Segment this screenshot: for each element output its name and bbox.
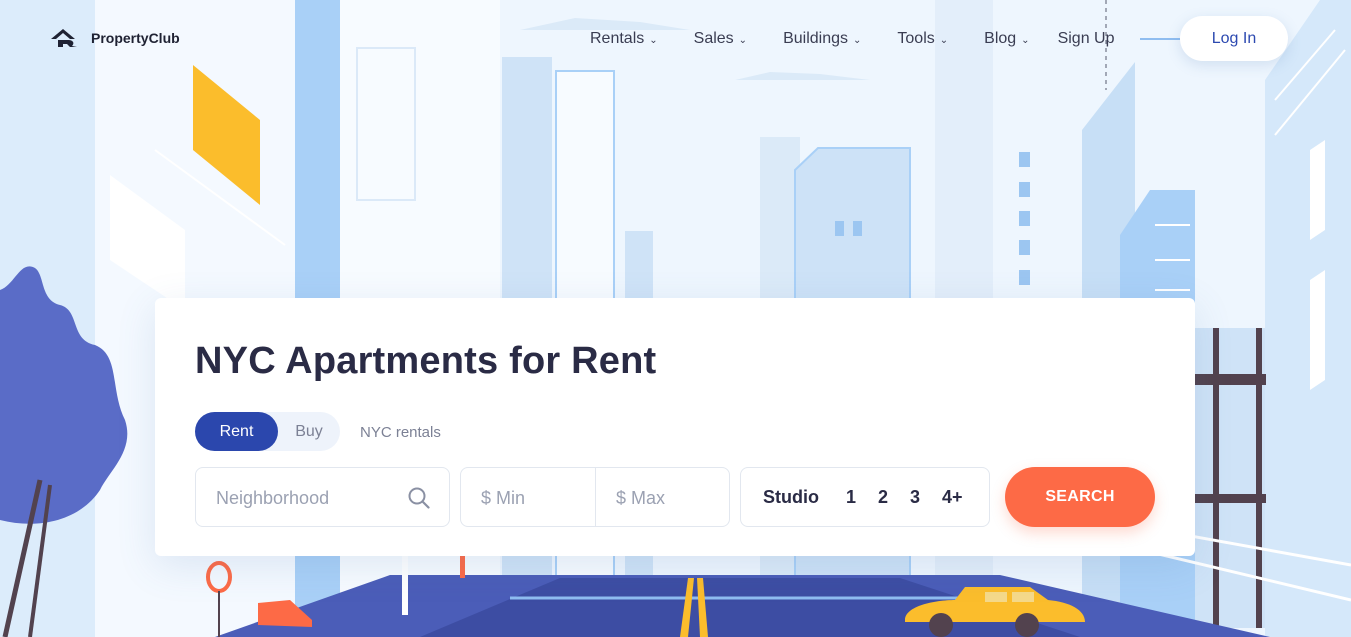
min-price-cell <box>461 468 595 526</box>
chevron-down-icon: ⌄ <box>649 34 658 46</box>
price-range-field <box>460 467 730 527</box>
bed-option-4-plus[interactable]: 4+ <box>942 487 963 508</box>
chevron-down-icon: ⌄ <box>1021 34 1030 46</box>
search-icon[interactable] <box>407 486 431 510</box>
bed-option-studio[interactable]: Studio <box>763 487 819 508</box>
nav-item-tools[interactable]: Tools ⌄ <box>897 30 948 48</box>
chevron-down-icon: ⌄ <box>738 34 748 46</box>
nav-label: Sales <box>693 30 734 47</box>
log-in-button[interactable]: Log In <box>1180 16 1288 61</box>
min-price-input[interactable] <box>481 486 581 510</box>
brand-name: PropertyClub <box>91 30 180 46</box>
bed-option-3[interactable]: 3 <box>910 487 920 508</box>
chevron-down-icon: ⌄ <box>853 34 862 46</box>
main-nav: Rentals ⌄ Sales ⌄ Buildings ⌄ Tools ⌄ Bl… <box>590 28 1114 50</box>
logo-icon <box>51 29 77 47</box>
nav-item-blog[interactable]: Blog ⌄ <box>984 30 1029 48</box>
toggle-caption: NYC rentals <box>360 424 441 441</box>
buy-toggle-button[interactable]: Buy <box>278 412 340 451</box>
bedroom-selector: Studio 1 2 3 4+ <box>740 467 990 527</box>
nav-label: Tools <box>897 30 935 47</box>
nav-label: Blog <box>984 30 1017 47</box>
page-title: NYC Apartments for Rent <box>195 340 657 382</box>
rent-buy-toggle: Rent Buy <box>195 412 340 451</box>
nav-item-sales[interactable]: Sales ⌄ <box>694 30 747 48</box>
bed-option-2[interactable]: 2 <box>878 487 888 508</box>
sign-up-link[interactable]: Sign Up <box>1058 30 1115 48</box>
max-price-cell <box>595 468 729 526</box>
nav-label: Buildings <box>783 30 848 47</box>
nav-item-rentals[interactable]: Rentals ⌄ <box>590 30 658 48</box>
neighborhood-input[interactable] <box>216 486 401 510</box>
max-price-input[interactable] <box>616 486 716 510</box>
search-card: NYC Apartments for Rent Rent Buy NYC ren… <box>155 298 1195 556</box>
chevron-down-icon: ⌄ <box>939 34 949 46</box>
bed-option-1[interactable]: 1 <box>846 487 856 508</box>
brand-logo[interactable]: PropertyClub <box>50 27 180 49</box>
search-button[interactable]: SEARCH <box>1005 467 1155 527</box>
nav-item-buildings[interactable]: Buildings ⌄ <box>783 30 861 48</box>
nav-label: Rentals <box>590 30 645 47</box>
rent-toggle-button[interactable]: Rent <box>195 412 278 451</box>
neighborhood-field <box>195 467 450 527</box>
